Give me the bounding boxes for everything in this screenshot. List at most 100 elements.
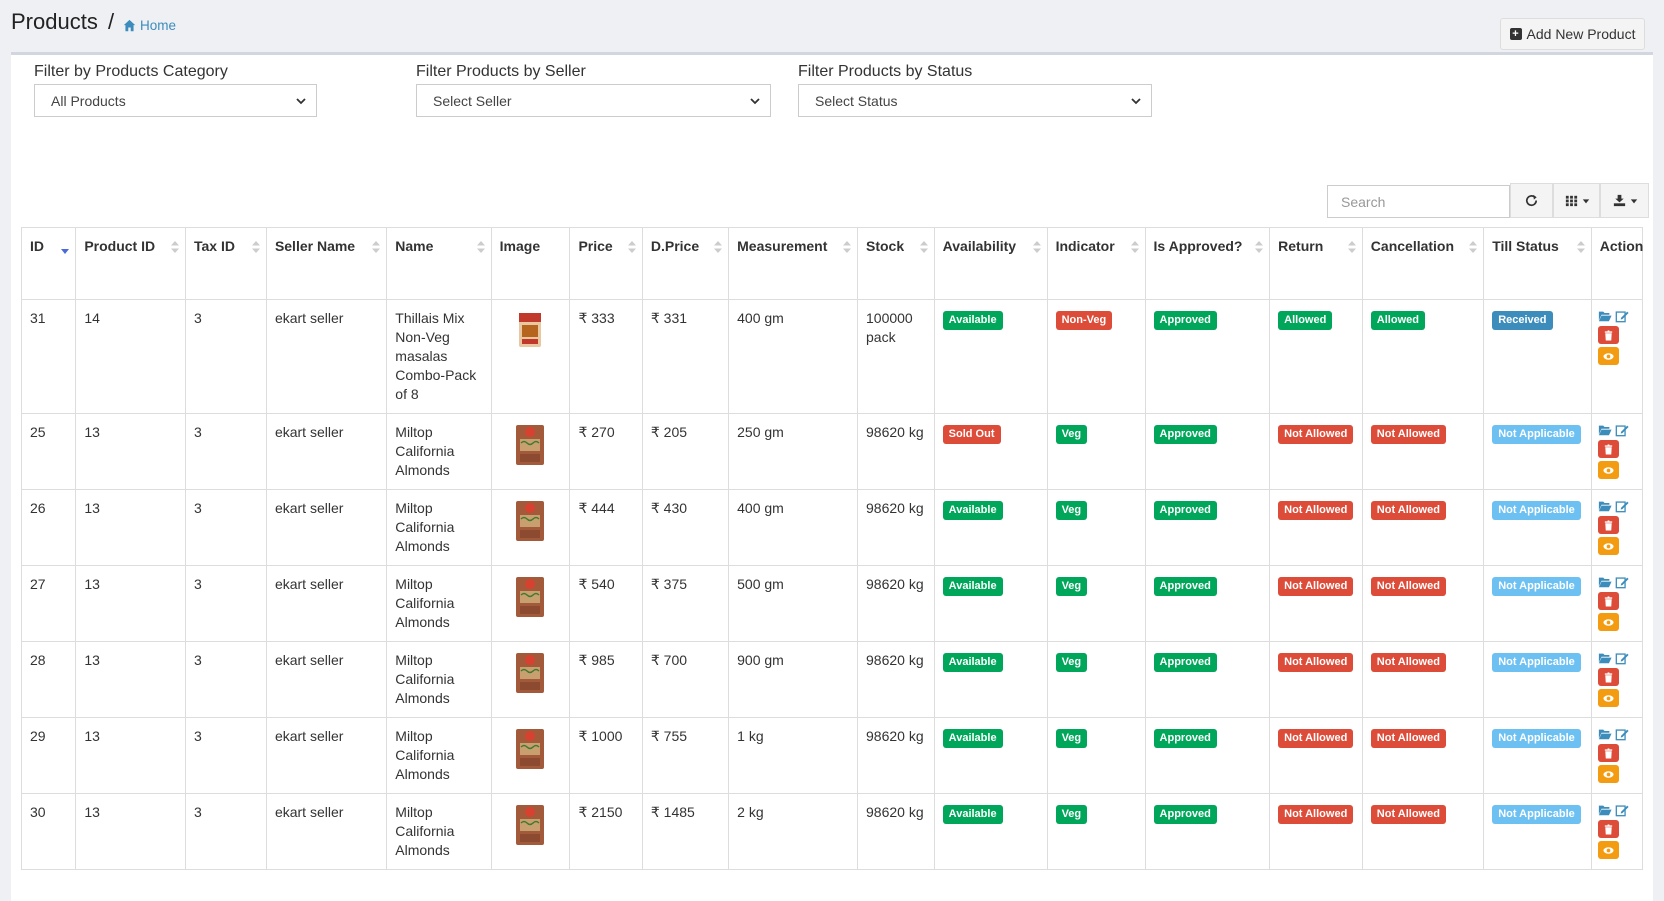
cell-dprice: ₹ 375 — [641, 565, 730, 642]
edit-icon[interactable] — [1615, 423, 1629, 437]
column-header[interactable]: Is Approved? — [1144, 227, 1271, 300]
cell-text: ₹ 1485 — [650, 804, 695, 820]
column-header-label: D.Price — [650, 238, 700, 254]
cell-text: 3 — [194, 424, 202, 440]
view-button[interactable] — [1597, 537, 1619, 555]
delete-button[interactable] — [1597, 744, 1619, 762]
cell-text: Miltop California Almonds — [395, 652, 455, 706]
edit-icon[interactable] — [1615, 803, 1629, 817]
delete-button[interactable] — [1597, 516, 1619, 534]
eye-icon — [1603, 618, 1614, 626]
cell-image — [490, 413, 571, 490]
cell-measurement: 400 gm — [728, 489, 858, 566]
cell-name: Miltop California Almonds — [386, 793, 492, 870]
view-button[interactable] — [1597, 765, 1619, 783]
column-header[interactable]: Measurement — [728, 227, 858, 300]
cell-text: ₹ 2150 — [578, 804, 623, 820]
delete-button[interactable] — [1597, 668, 1619, 686]
folder-open-icon[interactable] — [1598, 309, 1612, 323]
export-button[interactable] — [1600, 183, 1649, 218]
delete-button[interactable] — [1597, 326, 1619, 344]
return-badge: Not Allowed — [1278, 425, 1354, 444]
column-header[interactable]: Return — [1269, 227, 1363, 300]
view-button[interactable] — [1597, 841, 1619, 859]
edit-icon[interactable] — [1615, 499, 1629, 513]
cell-text: ekart seller — [274, 576, 344, 592]
page-title: Products / — [11, 9, 114, 35]
sort-icon — [714, 241, 723, 253]
folder-open-icon[interactable] — [1598, 499, 1612, 513]
column-header-label: Action — [1599, 238, 1644, 254]
view-button[interactable] — [1597, 347, 1619, 365]
cell-text: ₹ 444 — [578, 500, 615, 516]
cell-availability: Available — [933, 793, 1048, 870]
cell-seller: ekart seller — [265, 641, 388, 718]
cell-action — [1590, 413, 1644, 490]
delete-button[interactable] — [1597, 820, 1619, 838]
status-select-value: Select Status — [815, 92, 898, 109]
folder-open-icon[interactable] — [1598, 803, 1612, 817]
search-input[interactable]: Search — [1327, 185, 1510, 218]
cell-approved: Approved — [1144, 793, 1271, 870]
folder-open-icon[interactable] — [1598, 727, 1612, 741]
trash-icon — [1604, 443, 1612, 455]
column-header[interactable]: Product ID — [75, 227, 186, 300]
sort-icon — [1130, 241, 1139, 253]
edit-icon[interactable] — [1615, 309, 1629, 323]
cell-text: 98620 kg — [866, 500, 924, 516]
chevron-down-icon — [1131, 97, 1141, 104]
cell-tax-id: 3 — [185, 489, 267, 566]
breadcrumb-home-link[interactable]: Home — [123, 18, 176, 33]
columns-toggle-button[interactable] — [1553, 183, 1600, 218]
availability-badge: Available — [942, 501, 1003, 520]
folder-open-icon[interactable] — [1598, 651, 1612, 665]
cell-text: Miltop California Almonds — [395, 728, 455, 782]
sort-icon — [627, 241, 636, 253]
view-button[interactable] — [1597, 689, 1619, 707]
cell-action — [1590, 717, 1644, 794]
column-header-label: Product ID — [84, 238, 156, 254]
column-header[interactable]: Name — [386, 227, 492, 300]
delete-button[interactable] — [1597, 440, 1619, 458]
column-header[interactable]: ID — [20, 227, 77, 300]
status-select[interactable]: Select Status — [798, 84, 1152, 117]
seller-select[interactable]: Select Seller — [416, 84, 771, 117]
view-button[interactable] — [1597, 613, 1619, 631]
cell-name: Thillais Mix Non-Veg masalas Combo-Pack … — [386, 299, 492, 414]
cell-tax-id: 3 — [185, 413, 267, 490]
column-header[interactable]: Indicator — [1046, 227, 1146, 300]
row-actions — [1597, 309, 1636, 365]
column-header[interactable]: Tax ID — [185, 227, 267, 300]
edit-icon[interactable] — [1615, 651, 1629, 665]
column-header-label: ID — [30, 238, 44, 254]
edit-icon[interactable] — [1615, 727, 1629, 741]
cell-stock: 98620 kg — [857, 413, 935, 490]
cell-till-status: Not Applicable — [1483, 641, 1592, 718]
add-new-product-button[interactable]: + Add New Product — [1500, 18, 1645, 50]
cell-approved: Approved — [1144, 565, 1271, 642]
cell-tax-id: 3 — [185, 565, 267, 642]
column-header[interactable]: Cancellation — [1361, 227, 1485, 300]
view-button[interactable] — [1597, 461, 1619, 479]
availability-badge: Available — [942, 805, 1003, 824]
refresh-button[interactable] — [1510, 183, 1553, 218]
category-select[interactable]: All Products — [34, 84, 317, 117]
edit-icon[interactable] — [1615, 575, 1629, 589]
row-actions — [1597, 803, 1636, 859]
folder-open-icon[interactable] — [1598, 575, 1612, 589]
column-header[interactable]: Price — [569, 227, 643, 300]
column-header-label: Name — [395, 238, 434, 254]
product-image — [518, 313, 541, 347]
column-header[interactable]: Seller Name — [265, 227, 388, 300]
sort-icon — [1576, 241, 1585, 253]
cell-image — [490, 793, 571, 870]
folder-open-icon[interactable] — [1598, 423, 1612, 437]
add-new-product-label: Add New Product — [1526, 26, 1636, 42]
column-header[interactable]: D.Price — [641, 227, 730, 300]
column-header[interactable]: Availability — [933, 227, 1048, 300]
products-table: ID Product ID Tax ID Seller Name Name Image Pr… — [20, 227, 1644, 870]
column-header[interactable]: Stock — [857, 227, 935, 300]
delete-button[interactable] — [1597, 592, 1619, 610]
cell-seller: ekart seller — [265, 413, 388, 490]
column-header[interactable]: Till Status — [1483, 227, 1592, 300]
